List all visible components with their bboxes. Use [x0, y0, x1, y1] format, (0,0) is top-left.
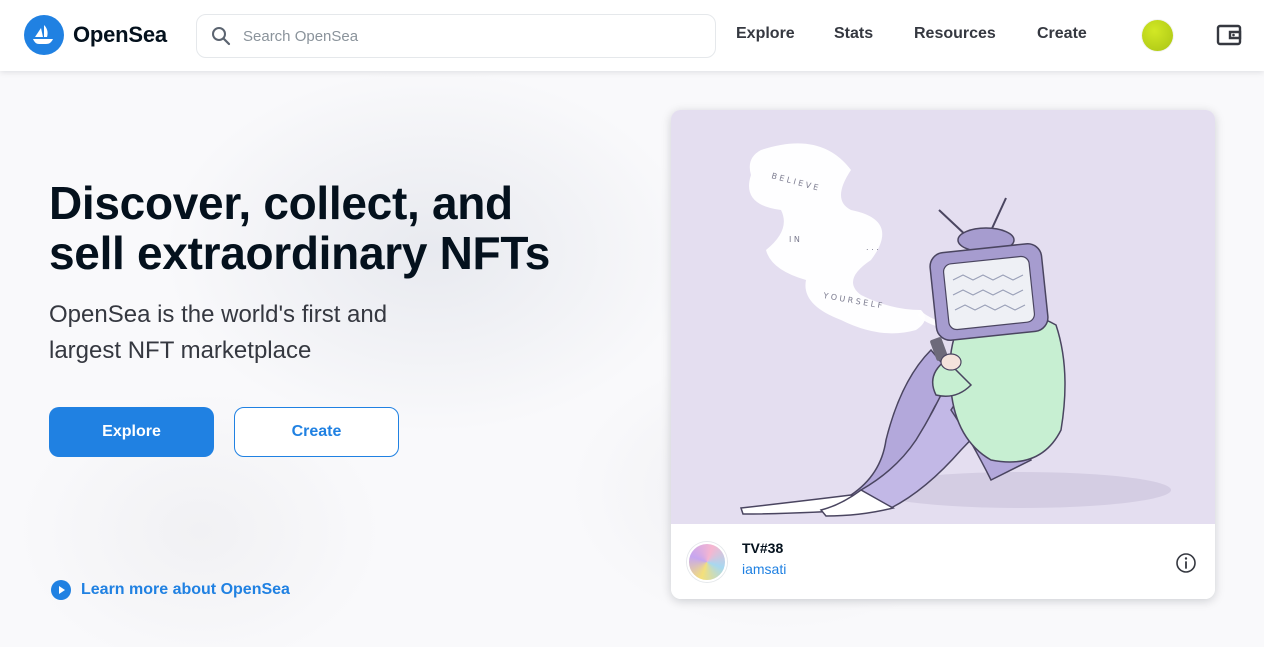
wallet-icon[interactable]	[1215, 21, 1243, 49]
learn-more-link[interactable]: Learn more about OpenSea	[51, 580, 290, 600]
nav-resources[interactable]: Resources	[914, 25, 996, 43]
nft-artwork[interactable]: B E L I E V E I N . . . Y O U R S E L F	[671, 110, 1215, 524]
hero-title-line: sell extraordinary NFTs	[49, 227, 550, 279]
hero-title: Discover, collect, and sell extraordinar…	[49, 178, 609, 278]
explore-button[interactable]: Explore	[49, 407, 214, 457]
hero-subtitle-line: largest NFT marketplace	[49, 337, 312, 364]
account-avatar-icon[interactable]	[1142, 20, 1173, 51]
search-input[interactable]	[243, 27, 683, 45]
nav-create[interactable]: Create	[1037, 25, 1087, 43]
brand-name: OpenSea	[73, 22, 167, 47]
info-icon[interactable]	[1175, 552, 1197, 574]
learn-more-label: Learn more about OpenSea	[81, 581, 290, 598]
nav-explore[interactable]: Explore	[736, 25, 795, 43]
nft-name[interactable]: TV#38	[742, 540, 783, 556]
top-navbar: OpenSea Explore Stats Resources Create	[0, 0, 1264, 71]
opensea-logo-link[interactable]: OpenSea	[24, 15, 167, 55]
opensea-logo-icon	[24, 15, 64, 55]
hero-subtitle-line: OpenSea is the world's first and	[49, 301, 388, 328]
hero-subtitle: OpenSea is the world's first and largest…	[49, 297, 469, 369]
create-button[interactable]: Create	[234, 407, 399, 457]
search-bar	[196, 14, 716, 58]
art-text: . . .	[866, 243, 879, 252]
creator-avatar[interactable]	[687, 542, 727, 582]
nft-creator-link[interactable]: iamsati	[742, 561, 786, 577]
featured-nft-card[interactable]: B E L I E V E I N . . . Y O U R S E L F …	[671, 110, 1215, 599]
nav-stats[interactable]: Stats	[834, 25, 873, 43]
art-text: I N	[789, 235, 800, 244]
play-circle-icon	[51, 580, 71, 600]
search-icon	[212, 27, 231, 46]
hero-title-line: Discover, collect, and	[49, 177, 513, 229]
nft-card-footer: TV#38 iamsati	[671, 524, 1215, 599]
